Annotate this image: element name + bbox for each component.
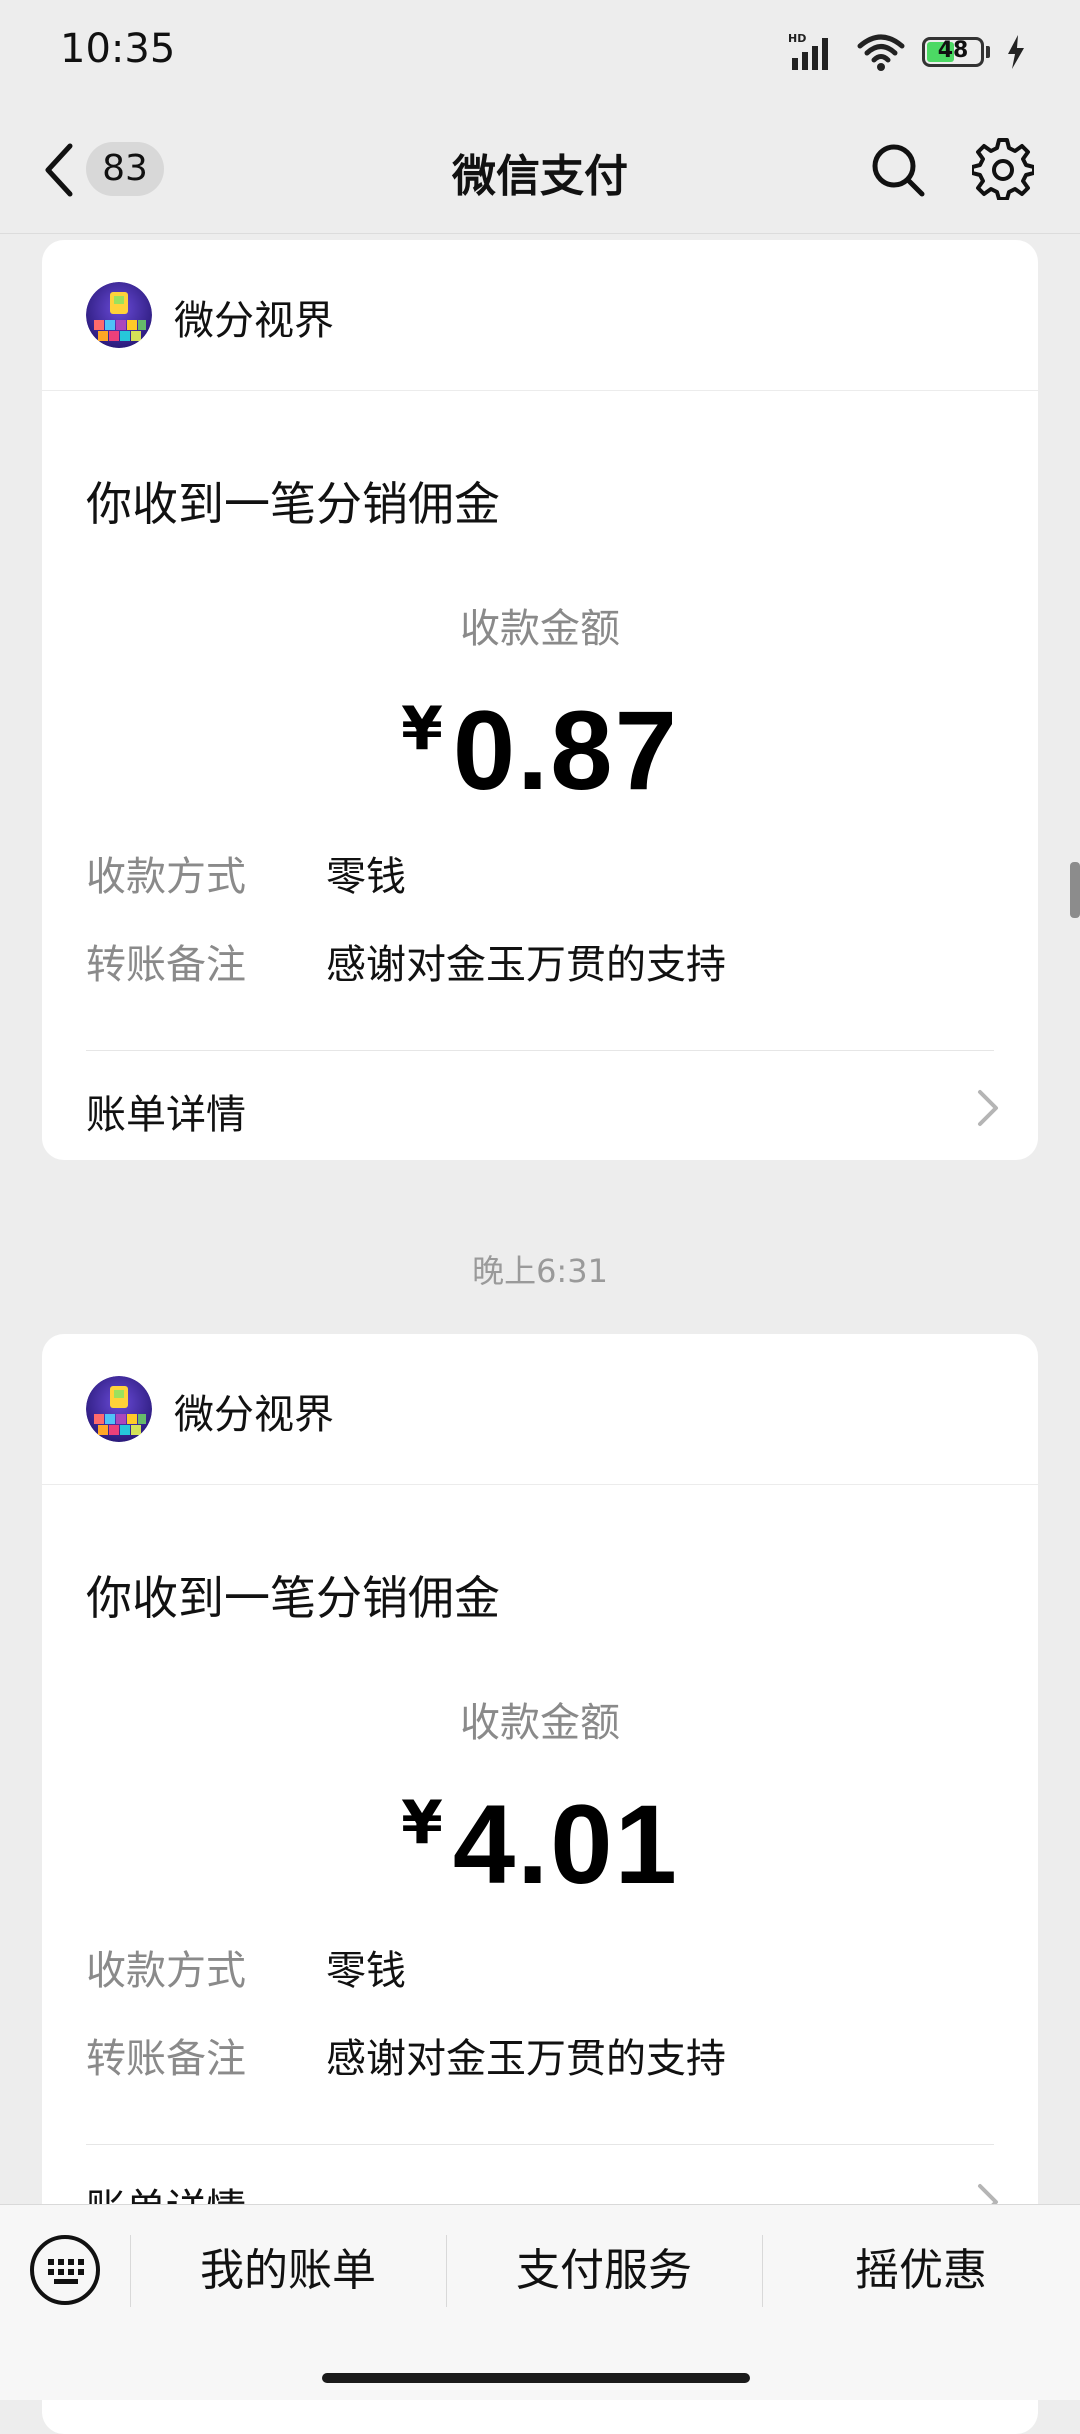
home-indicator[interactable] [322, 2373, 750, 2383]
currency-symbol: ¥ [401, 1788, 443, 1858]
card-header[interactable]: 微分视界 [42, 240, 1038, 391]
amount-label: 收款金额 [460, 1700, 620, 1746]
scrollbar[interactable] [1070, 862, 1080, 918]
svg-text:HD: HD [788, 32, 806, 45]
amount-value: 0.87 [452, 688, 679, 813]
transfer-note-label: 转账备注 [86, 942, 246, 988]
nav-bar: 83 微信支付 [0, 104, 1080, 234]
payment-method-label: 收款方式 [86, 854, 246, 900]
message-title: 你收到一笔分销佣金 [86, 1571, 500, 1625]
message-title: 你收到一笔分销佣金 [86, 477, 500, 531]
menu-shake-offers[interactable]: 摇优惠 [762, 2223, 1080, 2319]
transfer-note-row: 转账备注 感谢对金玉万贯的支持 [86, 2026, 726, 2084]
divider [86, 1050, 994, 1051]
search-icon[interactable] [870, 142, 926, 198]
signal-icon: HD [788, 32, 828, 70]
merchant-avatar[interactable] [86, 1376, 152, 1442]
menu-my-bills[interactable]: 我的账单 [130, 2223, 446, 2319]
transfer-note-row: 转账备注 感谢对金玉万贯的支持 [86, 932, 726, 990]
payment-method-row: 收款方式 零钱 [86, 844, 406, 902]
wifi-icon [857, 34, 905, 71]
transfer-note-label: 转账备注 [86, 2036, 246, 2082]
battery-icon: 48 [922, 37, 984, 67]
amount-label: 收款金额 [460, 606, 620, 652]
merchant-name[interactable]: 微分视界 [174, 288, 334, 346]
amount-value: 4.01 [452, 1782, 679, 1907]
charging-icon [1008, 35, 1024, 69]
merchant-avatar[interactable] [86, 282, 152, 348]
battery-cap [986, 46, 990, 58]
amount: ¥4.01 [42, 1780, 1038, 1909]
bill-detail-link[interactable]: 账单详情 [42, 1052, 1038, 1160]
payment-method-row: 收款方式 零钱 [86, 1938, 406, 1996]
currency-symbol: ¥ [401, 694, 443, 764]
battery-percent: 48 [937, 38, 969, 63]
menu-payment-services[interactable]: 支付服务 [446, 2223, 762, 2319]
bottom-menu-bar: 我的账单 支付服务 摇优惠 [0, 2204, 1080, 2400]
payment-method-value: 零钱 [326, 854, 406, 900]
status-icons: HD 48 [788, 30, 1026, 74]
gear-icon[interactable] [972, 138, 1034, 200]
payment-method-value: 零钱 [326, 1948, 406, 1994]
bill-detail-label: 账单详情 [86, 1092, 246, 1138]
chevron-right-icon [978, 1090, 998, 1126]
divider [86, 2144, 994, 2145]
amount: ¥0.87 [42, 686, 1038, 815]
message-timestamp: 晚上6:31 [472, 1252, 608, 1290]
card-header[interactable]: 微分视界 [42, 1334, 1038, 1485]
transfer-note-value: 感谢对金玉万贯的支持 [326, 2036, 726, 2082]
transfer-note-value: 感谢对金玉万贯的支持 [326, 942, 726, 988]
merchant-name[interactable]: 微分视界 [174, 1382, 334, 1440]
status-time: 10:35 [60, 26, 176, 72]
payment-notice-card[interactable]: 微分视界 你收到一笔分销佣金 收款金额 ¥0.87 收款方式 零钱 转账备注 感谢对… [42, 240, 1038, 1160]
keyboard-icon[interactable] [28, 2233, 102, 2307]
payment-method-label: 收款方式 [86, 1948, 246, 1994]
status-bar: 10:35 HD 48 [0, 0, 1080, 104]
